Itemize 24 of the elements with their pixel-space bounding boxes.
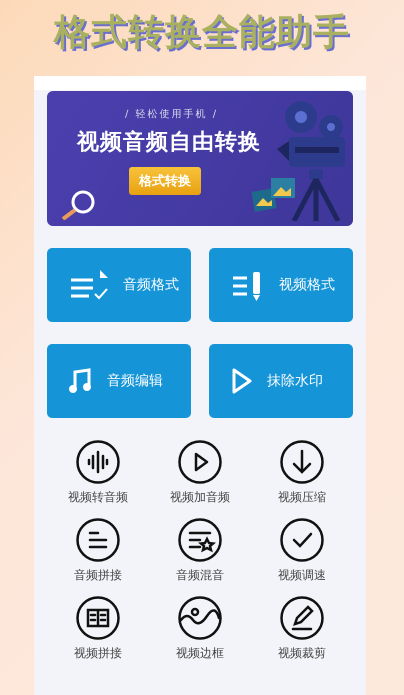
tool-label[interactable]: 视频压缩 <box>278 489 326 506</box>
tool-label[interactable]: 视频转音频 <box>68 489 128 506</box>
sound-wave-icon[interactable] <box>76 440 120 484</box>
banner-subtitle: / 轻松使用手机 / <box>125 108 218 121</box>
checkmark-icon[interactable] <box>280 518 324 562</box>
landscape-icon[interactable] <box>178 596 222 640</box>
magnifier-icon <box>61 190 97 220</box>
book-icon[interactable] <box>76 596 120 640</box>
tool-label[interactable]: 视频拼接 <box>74 645 122 662</box>
tool-label[interactable]: 音频拼接 <box>74 567 122 584</box>
headline: 格式转换全能助手 <box>54 10 350 54</box>
play-circle-icon[interactable] <box>178 440 222 484</box>
play-icon <box>231 367 253 395</box>
pencil-icon[interactable] <box>280 596 324 640</box>
tool-label[interactable]: 视频边框 <box>176 645 224 662</box>
tool-label[interactable]: 视频调速 <box>278 567 326 584</box>
promo-banner[interactable]: / 轻松使用手机 / 视频音频自由转换 格式转换 <box>47 91 353 226</box>
tool-label[interactable]: 视频加音频 <box>170 489 230 506</box>
tool-label[interactable]: 视频裁剪 <box>278 645 326 662</box>
list-check-icon <box>69 268 109 302</box>
tool-label[interactable]: 音频混音 <box>176 567 224 584</box>
music-note-icon <box>69 368 93 394</box>
banner-title: 视频音频自由转换 <box>77 128 261 157</box>
lines-icon[interactable] <box>76 518 120 562</box>
